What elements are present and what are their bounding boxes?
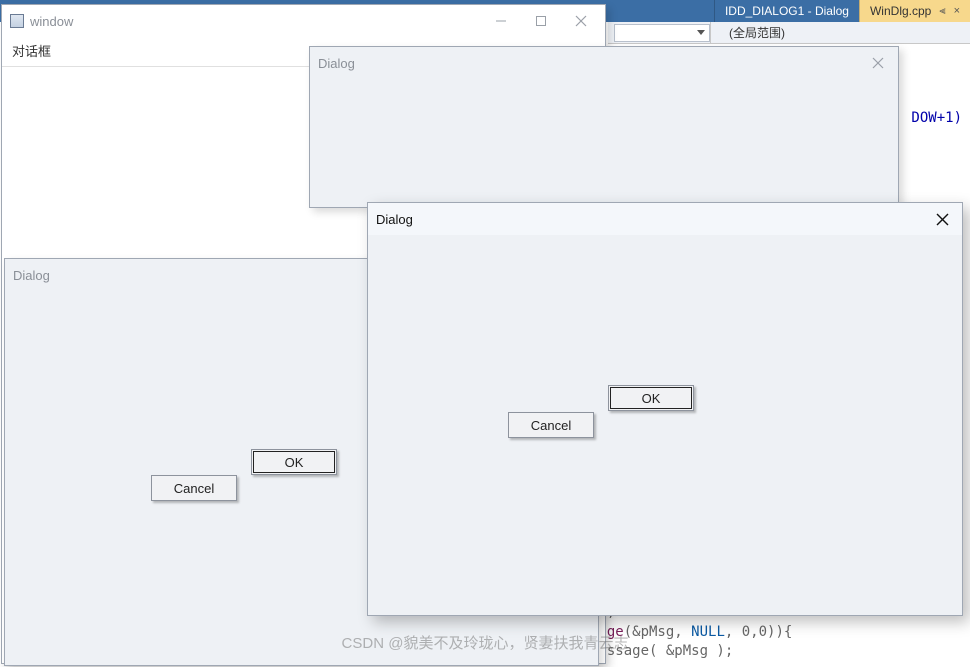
titlebar[interactable]: Dialog [368, 203, 962, 235]
close-button[interactable] [926, 205, 958, 233]
dialog-window-1: Dialog [309, 46, 899, 208]
dialog-title: Dialog [318, 56, 355, 71]
ok-button[interactable]: OK [251, 449, 337, 475]
chevron-down-icon [697, 30, 705, 35]
ide-scope-dropdown-right[interactable]: (全局范围) [710, 22, 970, 43]
screenshot-stage: IDD_DIALOG1 - Dialog WinDlg.cpp ⫷ × (全局范… [0, 0, 970, 667]
cancel-button-label: Cancel [174, 481, 214, 496]
ide-tab-dialog-resource[interactable]: IDD_DIALOG1 - Dialog [714, 0, 859, 22]
ide-scope-bar: (全局范围) [608, 22, 970, 44]
cancel-button[interactable]: Cancel [151, 475, 237, 501]
ok-button-label: OK [285, 455, 304, 470]
ok-button[interactable]: OK [608, 385, 694, 411]
close-button[interactable] [561, 7, 601, 35]
dialog-client-area: OK Cancel [368, 235, 962, 615]
titlebar[interactable]: Dialog [310, 47, 898, 79]
close-button[interactable] [862, 49, 894, 77]
ide-scope-dropdown-left[interactable] [614, 24, 710, 42]
dialog-title: Dialog [376, 212, 413, 227]
cancel-button[interactable]: Cancel [508, 412, 594, 438]
ok-button-label: OK [642, 391, 661, 406]
ide-scope-label: (全局范围) [729, 24, 785, 41]
window-controls [481, 7, 601, 35]
titlebar[interactable]: window [2, 5, 605, 37]
code-fragment: DOW+1) [911, 110, 962, 126]
dialog-title: Dialog [13, 268, 50, 283]
ide-tab-label: IDD_DIALOG1 - Dialog [725, 4, 849, 18]
ide-tab-source-file[interactable]: WinDlg.cpp ⫷ × [859, 0, 970, 22]
ide-tab-label: WinDlg.cpp [870, 4, 931, 18]
close-icon[interactable]: × [954, 5, 960, 17]
maximize-button[interactable] [521, 7, 561, 35]
minimize-button[interactable] [481, 7, 521, 35]
dialog-client-area [310, 79, 898, 207]
window-title: window [30, 14, 73, 29]
pin-icon[interactable]: ⫷ [939, 5, 945, 18]
dialog-window-3-active: Dialog OK Cancel [367, 202, 963, 616]
cancel-button-label: Cancel [531, 418, 571, 433]
app-icon [10, 14, 24, 28]
